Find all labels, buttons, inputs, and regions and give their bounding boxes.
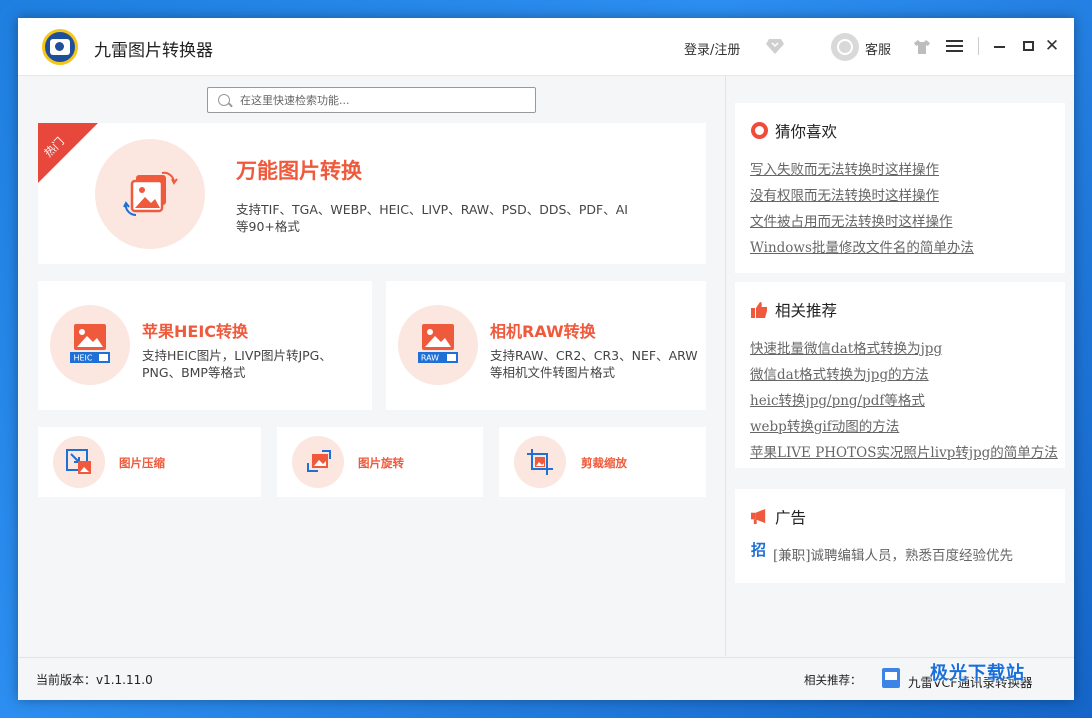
menu-icon[interactable] (946, 40, 963, 52)
search-icon (218, 94, 230, 106)
customer-service-label[interactable]: 客服 (865, 39, 891, 58)
title-separator (978, 37, 979, 55)
app-window: 九雷图片转换器 登录/注册 客服 ✕ 热门 (18, 18, 1074, 700)
raw-convert-desc: 支持RAW、CR2、CR3、NEF、ARW等相机文件转图片格式 (490, 348, 698, 380)
login-register-link[interactable]: 登录/注册 (684, 39, 740, 58)
related-recommend-title: 相关推荐 (775, 302, 838, 320)
heic-convert-card[interactable]: HEIC 苹果HEIC转换 支持HEIC图片，LIVP图片转JPG、PNG、BM… (38, 281, 372, 410)
heic-icon: HEIC (70, 324, 110, 363)
universal-convert-title: 万能图片转换 (236, 159, 362, 183)
guess-link[interactable]: Windows批量修改文件名的简单办法 (750, 236, 974, 256)
guess-link[interactable]: 没有权限而无法转换时这样操作 (750, 184, 939, 204)
heic-icon-bg: HEIC (50, 305, 130, 385)
heic-convert-desc: 支持HEIC图片，LIVP图片转JPG、PNG、BMP等格式 (142, 348, 332, 380)
raw-convert-title: 相机RAW转换 (490, 322, 596, 341)
raw-icon-bg: RAW (398, 305, 478, 385)
close-button[interactable]: ✕ (1044, 37, 1060, 55)
footer-recommend-label: 相关推荐： (804, 673, 862, 687)
customer-service-icon[interactable] (831, 33, 859, 61)
status-bar: 当前版本：v1.1.11.0 相关推荐： 九雷VCF通讯录转换器 (18, 657, 1074, 700)
heart-icon (751, 122, 768, 139)
search-input[interactable] (240, 91, 520, 109)
related-link[interactable]: 快速批量微信dat格式转换为jpg (750, 337, 942, 357)
title-bar: 九雷图片转换器 登录/注册 客服 ✕ (18, 18, 1074, 76)
image-convert-icon (123, 171, 178, 217)
app-logo-icon (42, 29, 78, 65)
image-compress-card[interactable]: 图片压缩 (38, 427, 261, 497)
compress-icon-bg (53, 436, 105, 488)
raw-icon: RAW (418, 324, 458, 363)
related-recommend-panel: 相关推荐 快速批量微信dat格式转换为jpg 微信dat格式转换为jpg的方法 … (735, 282, 1065, 468)
related-link[interactable]: webp转换gif动图的方法 (750, 415, 899, 435)
crop-icon (527, 449, 553, 475)
image-rotate-label: 图片旋转 (358, 456, 404, 470)
skin-shirt-icon[interactable] (914, 39, 930, 54)
crop-scale-label: 剪裁缩放 (581, 456, 627, 470)
raw-convert-card[interactable]: RAW 相机RAW转换 支持RAW、CR2、CR3、NEF、ARW等相机文件转图… (386, 281, 706, 410)
heic-convert-title: 苹果HEIC转换 (142, 322, 249, 341)
watermark-text: 极光下载站 (930, 663, 1025, 684)
guess-link[interactable]: 文件被占用而无法转换时这样操作 (750, 210, 953, 230)
related-link[interactable]: 苹果LIVE PHOTOS实况照片livp转jpg的简单方法 (750, 441, 1058, 461)
pane-divider (725, 76, 726, 656)
maximize-button[interactable] (1023, 41, 1034, 51)
heic-icon-tag: HEIC (73, 354, 92, 363)
guess-you-like-panel: 猜你喜欢 写入失败而无法转换时这样操作 没有权限而无法转换时这样操作 文件被占用… (735, 103, 1065, 273)
search-box[interactable] (207, 87, 536, 113)
megaphone-icon (751, 508, 766, 525)
vip-diamond-icon[interactable] (766, 38, 784, 54)
universal-convert-icon-bg (95, 139, 205, 249)
thumbs-up-icon (751, 302, 767, 318)
guess-link[interactable]: 写入失败而无法转换时这样操作 (750, 158, 939, 178)
ad-text-link[interactable]: [兼职]诚聘编辑人员，熟悉百度经验优先 (773, 544, 1013, 564)
recruit-badge-icon: 招 (751, 541, 767, 559)
version-label: 当前版本：v1.1.11.0 (36, 673, 153, 687)
related-link[interactable]: heic转换jpg/png/pdf等格式 (750, 389, 925, 409)
app-title: 九雷图片转换器 (94, 41, 213, 61)
ads-title: 广告 (775, 509, 807, 527)
raw-icon-tag: RAW (421, 354, 439, 363)
ads-panel: 广告 招 [兼职]诚聘编辑人员，熟悉百度经验优先 (735, 489, 1065, 583)
minimize-button[interactable] (994, 46, 1005, 48)
compress-icon (66, 449, 91, 474)
rotate-icon (307, 450, 331, 472)
vcf-app-icon[interactable] (882, 668, 900, 688)
image-rotate-card[interactable]: 图片旋转 (277, 427, 483, 497)
universal-convert-desc: 支持TIF、TGA、WEBP、HEIC、LIVP、RAW、PSD、DDS、PDF… (236, 202, 628, 234)
crop-icon-bg (514, 436, 566, 488)
universal-convert-card[interactable]: 热门 万能图片转换 支持TIF、TGA、WEBP、HEIC、LIVP、RAW、P… (38, 123, 706, 264)
guess-you-like-title: 猜你喜欢 (775, 123, 838, 141)
image-compress-label: 图片压缩 (119, 456, 165, 470)
related-link[interactable]: 微信dat格式转换为jpg的方法 (750, 363, 929, 383)
rotate-icon-bg (292, 436, 344, 488)
crop-scale-card[interactable]: 剪裁缩放 (499, 427, 706, 497)
